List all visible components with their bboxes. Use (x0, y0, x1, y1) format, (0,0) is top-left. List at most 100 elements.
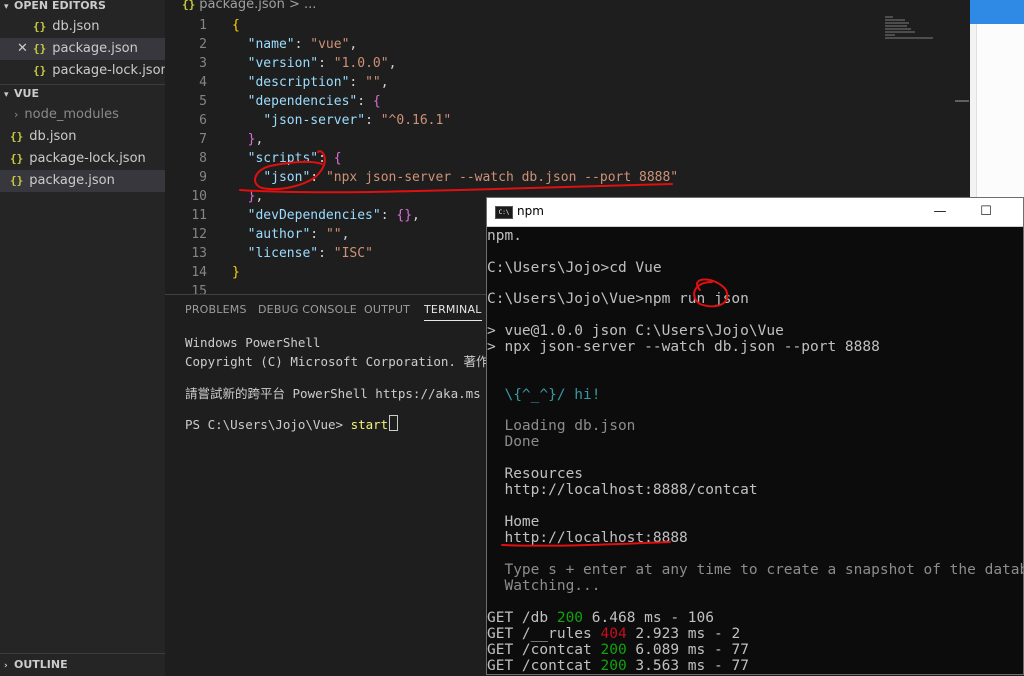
tab-output[interactable]: OUTPUT (364, 303, 410, 316)
request-log-line: GET /db 200 6.468 ms - 106 (487, 610, 714, 626)
chevron-right-icon: › (4, 661, 8, 671)
line-number: 2 (199, 37, 207, 52)
open-editors-header[interactable]: ▾ OPEN EDITORS (0, 0, 165, 15)
terminal-prompt-line[interactable]: PS C:\Users\Jojo\Vue> start (185, 415, 399, 432)
log-method: GET /contcat (487, 642, 601, 658)
console-line: npm. (487, 228, 522, 244)
request-log-line: GET /contcat 200 6.089 ms - 77 (487, 642, 749, 658)
json-file-icon: {} (182, 0, 196, 11)
colon: : (310, 227, 326, 242)
npm-window-titlebar[interactable]: C:\ npm — ☐ (487, 198, 1023, 227)
outline-label: OUTLINE (14, 658, 68, 671)
folder-header-vue[interactable]: ▾ VUE (0, 84, 165, 102)
editor-scrollbar[interactable] (955, 100, 969, 102)
json-key: "dependencies" (247, 94, 358, 109)
breadcrumb[interactable]: {} package.json > ... (182, 0, 316, 13)
comma: , (412, 208, 420, 223)
console-app-icon: C:\ (495, 206, 513, 219)
tab-debug-console[interactable]: DEBUG CONSOLE (258, 303, 357, 316)
open-editor-label: package.json (52, 41, 138, 56)
breadcrumb-rest[interactable]: > ... (289, 0, 316, 12)
comma: , (255, 132, 264, 147)
background-window (970, 0, 1024, 200)
json-value: "1.0.0" (333, 56, 389, 71)
comma: , (388, 56, 397, 71)
line-number: 15 (191, 284, 207, 294)
line-number: 1 (199, 18, 207, 33)
json-file-icon: {} (33, 64, 47, 77)
request-log-line: GET /contcat 200 3.563 ms - 77 (487, 658, 749, 674)
tab-terminal[interactable]: TERMINAL (424, 303, 482, 321)
log-method: GET /__rules (487, 626, 601, 642)
comma: , (341, 227, 350, 242)
colon: : (318, 56, 334, 71)
line-number: 10 (191, 189, 207, 204)
minimize-button[interactable]: — (917, 198, 963, 226)
json-value: "vue" (310, 37, 350, 52)
json-key: "license" (247, 246, 319, 261)
json-file-icon: {} (10, 130, 24, 143)
json-key: "author" (247, 227, 311, 242)
brace: { (372, 94, 381, 109)
breadcrumb-file[interactable]: package.json (199, 0, 285, 12)
colon: : (294, 37, 311, 52)
json-file-icon: {} (10, 152, 24, 165)
minimap[interactable] (885, 16, 955, 46)
line-number: 8 (199, 151, 207, 166)
brace: { (232, 18, 240, 33)
console-line: Done (487, 434, 540, 450)
console-line: Resources (487, 466, 584, 482)
terminal-command: start (350, 417, 389, 432)
colon: : (318, 246, 334, 261)
console-line: http://localhost:8888/contcat (487, 482, 758, 498)
log-status: 200 (556, 610, 584, 626)
json-value: "npx json-server --watch db.json --port … (325, 170, 679, 185)
colon: : (357, 94, 373, 109)
tree-item-label: package-lock.json (29, 151, 146, 166)
colon: : (380, 208, 397, 223)
tree-item-db-json[interactable]: {} db.json (0, 126, 175, 148)
console-line: > npx json-server --watch db.json --port… (487, 339, 880, 355)
outline-header[interactable]: › OUTLINE (0, 656, 165, 674)
json-value: "ISC" (333, 246, 373, 261)
console-line: C:\Users\Jojo>cd Vue (487, 260, 662, 276)
tree-item-node-modules[interactable]: › node_modules (0, 104, 179, 126)
tab-problems[interactable]: PROBLEMS (185, 303, 247, 316)
log-detail: 2.923 ms - 2 (626, 626, 741, 642)
json-value: "" (325, 227, 342, 242)
tree-item-package-lock-json[interactable]: {} package-lock.json (0, 148, 175, 170)
chevron-down-icon: ▾ (4, 90, 9, 100)
chevron-down-icon: ▾ (4, 2, 9, 12)
npm-console-window[interactable]: C:\ npm — ☐ npm. C:\Users\Jojo>cd Vue C:… (486, 197, 1024, 675)
brace: { (333, 151, 342, 166)
tree-item-package-json[interactable]: {} package.json (0, 170, 175, 192)
console-line: Type s + enter at any time to create a s… (487, 562, 1024, 578)
console-line: > vue@1.0.0 json C:\Users\Jojo\Vue (487, 323, 784, 339)
colon: : (349, 75, 366, 90)
request-log-line: GET /__rules 404 2.923 ms - 2 (487, 626, 740, 642)
outline-section[interactable]: › OUTLINE (0, 653, 165, 676)
json-key: "name" (247, 37, 295, 52)
tree-item-label: package.json (29, 173, 115, 188)
tree-item-label: node_modules (24, 107, 119, 122)
terminal-cursor (389, 415, 399, 431)
log-status: 200 (600, 658, 627, 674)
npm-window-title: npm (517, 204, 544, 218)
maximize-button[interactable]: ☐ (963, 198, 1009, 226)
console-line: Loading db.json (487, 418, 636, 434)
background-window-content (976, 24, 1024, 200)
line-number: 9 (199, 170, 207, 185)
terminal-prompt: PS C:\Users\Jojo\Vue> (185, 417, 351, 432)
line-number: 7 (199, 132, 207, 147)
log-detail: 3.563 ms - 77 (626, 658, 749, 674)
log-status: 200 (600, 642, 627, 658)
json-key: "description" (247, 75, 350, 90)
colon: : (318, 151, 334, 166)
json-key: "json" (263, 170, 311, 185)
terminal-line: Windows PowerShell (185, 335, 321, 350)
json-file-icon: {} (33, 20, 47, 33)
terminal-line: 請嘗試新的跨平台 PowerShell https://aka.ms (185, 386, 481, 401)
log-method: GET /db (487, 610, 557, 626)
close-icon[interactable]: ✕ (17, 38, 28, 60)
console-line: Home (487, 514, 540, 530)
